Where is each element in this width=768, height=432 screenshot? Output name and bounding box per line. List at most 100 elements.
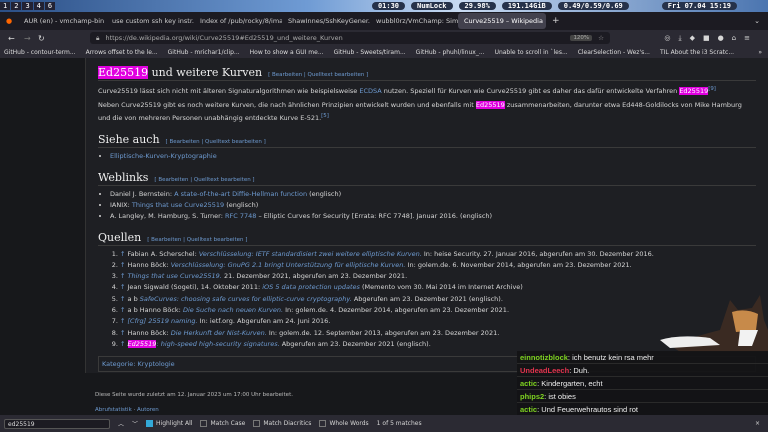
find-next-icon[interactable]: ﹀	[132, 419, 138, 428]
external-link[interactable]: RFC 7748	[225, 212, 256, 220]
text: Neben Curve25519 gibt es noch weitere Ku…	[98, 101, 476, 110]
tab[interactable]: Index of /pub/rocky/8/imag...×	[194, 13, 282, 29]
url-text[interactable]: https://de.wikipedia.org/wiki/Curve25519…	[105, 34, 342, 42]
close-find-icon[interactable]: ×	[755, 420, 760, 427]
reference-item: ↑ Hanno Böck: Verschlüsselung: GnuPG 2.1…	[120, 260, 756, 271]
backref-arrow[interactable]: ↑	[120, 272, 128, 280]
bookmark[interactable]: Arrows offset to the le...	[86, 49, 158, 56]
text: In: heise Security. 27. Januar 2016, abg…	[421, 249, 654, 258]
tab[interactable]: use custom ssh key instr...×	[106, 13, 194, 29]
link[interactable]: Elliptische-Kurven-Kryptographie	[110, 152, 217, 160]
backref-arrow[interactable]: ↑	[120, 283, 128, 291]
bookmark[interactable]: GitHub - mrichar1/clip...	[168, 49, 240, 56]
edit-link[interactable]: Bearbeiten	[158, 177, 188, 183]
text: Curve25519 lässt sich nicht mit älteren …	[98, 87, 360, 96]
edit-link[interactable]: Bearbeiten	[169, 139, 199, 145]
bookmark[interactable]: GitHub - phuhl/linux_...	[416, 49, 485, 56]
text: IANIX:	[110, 200, 132, 209]
external-link[interactable]: A state-of-the-art Diffie-Hellman functi…	[174, 190, 307, 198]
external-link[interactable]: Verschlüsselung: GnuPG 2.1 bringt Unters…	[171, 261, 406, 269]
bookmark[interactable]: ClearSelection - Wez's...	[578, 49, 650, 56]
text: a b Hanno Böck:	[127, 305, 183, 314]
category-link[interactable]: Kryptologie	[138, 360, 175, 368]
find-previous-icon[interactable]: ︿	[118, 419, 124, 428]
find-input[interactable]: ed25519	[4, 418, 110, 429]
edit-link[interactable]: Bearbeiten	[272, 72, 302, 78]
back-icon[interactable]: ←	[8, 34, 15, 43]
text: – Elliptic Curves for Security [Errata: …	[256, 212, 493, 221]
ref-link[interactable]: [5]	[321, 113, 329, 119]
edit-links: [ Bearbeiten | Quelltext bearbeiten ]	[154, 176, 255, 183]
highlight-all-checkbox[interactable]: Highlight All	[146, 420, 192, 427]
tab-label: use custom ssh key instr...	[112, 17, 194, 25]
backref-arrow[interactable]: ↑	[120, 329, 128, 337]
backref-arrow[interactable]: ↑	[120, 250, 128, 258]
tab-bar: ● AUR (en) - vmchamp-bin× use custom ssh…	[0, 12, 768, 30]
external-link[interactable]: Die Suche nach neuen Kurven.	[183, 306, 283, 314]
toolbar-extension-icons[interactable]: ◎⤓◆■●⌂≡	[664, 34, 758, 43]
heading-text: Quellen	[98, 230, 142, 244]
bookmark[interactable]: TIL About the i3 Scratc...	[660, 49, 734, 56]
reload-icon[interactable]: ↻	[38, 34, 45, 43]
firefox-icon[interactable]: ●	[0, 17, 18, 25]
external-link[interactable]: Die Herkunft der Nist-Kurven.	[171, 329, 267, 337]
backref-arrow[interactable]: ↑	[120, 295, 128, 303]
tab[interactable]: wubbl0rz/VmChamp: Sim...×	[370, 13, 458, 29]
external-link[interactable]: Verschlüsselung: IETF standardisiert zwe…	[199, 250, 422, 258]
whole-words-checkbox[interactable]: Whole Words	[319, 420, 369, 427]
tab[interactable]: ShawInnes/SshKeyGener...×	[282, 13, 370, 29]
category-label[interactable]: Kategorie:	[102, 360, 135, 368]
tab-active[interactable]: Curve25519 – Wikipedia×	[458, 13, 546, 29]
edit-source-link[interactable]: Quelltext bearbeiten	[205, 139, 262, 145]
backref-arrow[interactable]: ↑	[120, 317, 128, 325]
external-link[interactable]: Things that use Curve25519.	[128, 272, 222, 280]
workspace-1[interactable]: 1	[0, 2, 11, 10]
authors-link[interactable]: Autoren	[137, 407, 159, 413]
edit-link[interactable]: Bearbeiten	[151, 237, 181, 243]
bookmark-star-icon[interactable]: ☆	[598, 34, 604, 42]
backref-arrow[interactable]: ↑	[120, 340, 128, 348]
tab-label: Index of /pub/rocky/8/imag...	[200, 17, 282, 25]
external-link[interactable]: [Cfrg] 25519 naming.	[128, 317, 198, 325]
tab[interactable]: AUR (en) - vmchamp-bin×	[18, 13, 106, 29]
tab-list-chevron-icon[interactable]: ⌄	[754, 17, 760, 25]
url-bar[interactable]: 🔒︎ https://de.wikipedia.org/wiki/Curve25…	[90, 32, 610, 44]
workspace-2[interactable]: 2	[11, 2, 22, 10]
workspace-4[interactable]: 4	[33, 2, 44, 10]
stats-link[interactable]: Abrufstatistik	[95, 407, 132, 413]
ecdsa-link[interactable]: ECDSA	[359, 87, 381, 95]
bookmark[interactable]: How to show a GUI me...	[250, 49, 324, 56]
section-heading-siehe-auch: Siehe auch [ Bearbeiten | Quelltext bearb…	[98, 133, 756, 149]
workspace-6[interactable]: 6	[44, 2, 56, 10]
new-tab-button[interactable]: +	[552, 16, 560, 26]
backref-arrow[interactable]: ↑	[120, 306, 128, 314]
forward-icon[interactable]: →	[24, 34, 31, 43]
navigation-bar: ← → ↻ 🔒︎ https://de.wikipedia.org/wiki/C…	[0, 30, 768, 46]
edit-source-link[interactable]: Quelltext bearbeiten	[308, 72, 365, 78]
bookmark[interactable]: Unable to scroll in `les...	[495, 49, 568, 56]
external-link[interactable]: iOS 5 data protection updates	[262, 283, 360, 291]
label: Whole Words	[329, 420, 369, 427]
reference-item: ↑ Things that use Curve25519. 21. Dezemb…	[120, 271, 756, 282]
edit-links: [ Bearbeiten | Quelltext bearbeiten ]	[165, 139, 266, 146]
external-link[interactable]: : high-speed high-security signatures.	[156, 340, 279, 348]
ref-link[interactable]: [9]	[708, 86, 716, 92]
external-link[interactable]: Things that use Curve25519	[132, 201, 224, 209]
match-diacritics-checkbox[interactable]: Match Diacritics	[253, 420, 311, 427]
chat-text: : ich benutz kein rsa mehr	[567, 353, 654, 362]
system-status-bar: 1 2 3 4 6 01:30 NumLock 29.98% 191.14GiB…	[0, 0, 768, 12]
edit-source-link[interactable]: Quelltext bearbeiten	[187, 237, 244, 243]
workspace-3[interactable]: 3	[22, 2, 33, 10]
edit-source-link[interactable]: Quelltext bearbeiten	[194, 177, 251, 183]
more-bookmarks-icon[interactable]: »	[758, 49, 762, 56]
chat-message: UndeadLeech: Duh.	[517, 364, 768, 377]
bookmark[interactable]: GitHub - contour-term...	[4, 49, 76, 56]
find-bar: ed25519 ︿ ﹀ Highlight All Match Case Mat…	[0, 415, 768, 432]
match-case-checkbox[interactable]: Match Case	[200, 420, 245, 427]
bookmark[interactable]: GitHub - Sweets/tiram...	[334, 49, 406, 56]
external-link[interactable]: SafeCurves: choosing safe curves for ell…	[140, 295, 352, 303]
chat-message: phips2: ist obies	[517, 390, 768, 403]
zoom-level[interactable]: 120%	[570, 35, 593, 41]
backref-arrow[interactable]: ↑	[120, 261, 128, 269]
chat-username: actic	[520, 405, 538, 414]
